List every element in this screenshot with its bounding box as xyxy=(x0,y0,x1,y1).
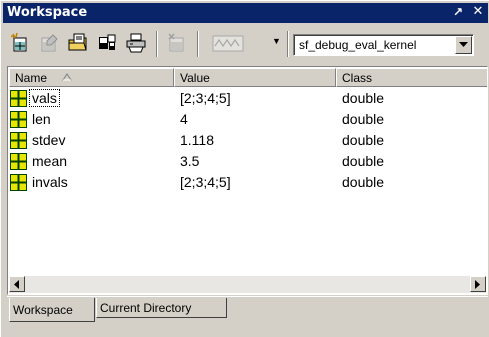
matrix-variable-icon xyxy=(10,90,27,107)
new-variable-icon xyxy=(10,33,27,52)
variable-value: 3.5 xyxy=(180,153,200,169)
column-header-class[interactable]: Class xyxy=(336,68,487,87)
new-variable-button[interactable] xyxy=(7,30,33,56)
sort-ascending-icon xyxy=(62,73,72,81)
stack-selected-value: sf_debug_eval_kernel xyxy=(299,38,417,52)
table-row[interactable]: mean 3.5 double xyxy=(9,152,487,172)
column-header-value[interactable]: Value xyxy=(174,68,336,87)
table-row[interactable]: invals [2;3;4;5] double xyxy=(9,173,487,193)
open-variable-button[interactable] xyxy=(36,30,62,56)
matrix-variable-icon xyxy=(10,111,27,128)
plot-icon xyxy=(212,35,244,52)
stack-dropdown-button[interactable] xyxy=(455,36,472,54)
table-row[interactable]: vals [2;3;4;5] double xyxy=(9,89,487,109)
arrow-left-icon xyxy=(14,280,19,289)
tab-current-directory[interactable]: Current Directory xyxy=(96,298,227,318)
tab-label: Current Directory xyxy=(100,301,192,315)
close-icon[interactable]: ✕ xyxy=(470,4,486,20)
variable-class: double xyxy=(342,111,385,127)
tab-label: Workspace xyxy=(13,303,73,317)
stack-selector[interactable]: sf_debug_eval_kernel xyxy=(293,34,474,56)
tab-workspace[interactable]: Workspace xyxy=(9,298,95,322)
toolbar: ▼ sf_debug_eval_kernel xyxy=(3,25,488,63)
title-bar[interactable]: Workspace ↗ ✕ xyxy=(3,3,488,23)
print-button[interactable] xyxy=(123,30,149,56)
table-row[interactable]: stdev 1.118 double xyxy=(9,131,487,151)
variable-class: double xyxy=(342,153,385,169)
variable-value: 1.118 xyxy=(180,132,214,148)
matrix-variable-icon xyxy=(10,153,27,170)
open-variable-icon xyxy=(41,34,58,52)
delete-icon xyxy=(168,33,184,52)
column-label: Class xyxy=(342,71,373,85)
column-label: Name xyxy=(15,71,48,85)
horizontal-scrollbar[interactable] xyxy=(9,276,486,293)
variable-value: [2;3;4;5] xyxy=(180,174,231,190)
delete-button[interactable] xyxy=(164,30,190,56)
variable-value: [2;3;4;5] xyxy=(180,90,231,106)
chevron-down-icon xyxy=(459,42,468,47)
plot-selector-button[interactable] xyxy=(205,30,267,56)
load-data-icon xyxy=(68,33,87,51)
variable-name: mean xyxy=(32,153,68,169)
table-row[interactable]: len 4 double xyxy=(9,110,487,130)
undock-icon[interactable]: ↗ xyxy=(450,4,466,20)
toolbar-separator xyxy=(197,31,199,57)
tab-strip: Workspace Current Directory xyxy=(7,298,488,328)
plot-dropdown-arrow-icon[interactable]: ▼ xyxy=(272,36,281,46)
scroll-right-button[interactable] xyxy=(470,276,486,292)
variable-name: vals xyxy=(29,89,60,107)
variable-name: invals xyxy=(32,174,68,190)
column-header-name[interactable]: Name xyxy=(9,68,174,87)
matrix-variable-icon xyxy=(10,174,27,191)
load-data-button[interactable] xyxy=(65,30,91,56)
toolbar-separator xyxy=(156,31,158,57)
column-label: Value xyxy=(180,71,210,85)
variable-class: double xyxy=(342,90,385,106)
focused-name: vals xyxy=(29,89,60,107)
toolbar-separator xyxy=(287,31,289,57)
scroll-left-button[interactable] xyxy=(9,276,25,292)
matrix-variable-icon xyxy=(10,132,27,149)
print-icon xyxy=(126,33,146,53)
variable-class: double xyxy=(342,174,385,190)
pane-divider xyxy=(7,296,488,297)
variable-name: len xyxy=(32,111,51,127)
variable-list[interactable]: Name Value Class vals [2;3;4;5] double l… xyxy=(7,66,488,295)
variable-class: double xyxy=(342,132,385,148)
window-title: Workspace xyxy=(7,5,88,20)
arrow-right-icon xyxy=(475,280,480,289)
variable-value: 4 xyxy=(180,111,188,127)
workspace-window: Workspace ↗ ✕ ▼ sf_debug_eval_kernel Nam… xyxy=(0,0,489,337)
save-workspace-icon xyxy=(99,34,116,50)
save-workspace-button[interactable] xyxy=(94,30,120,56)
variable-name: stdev xyxy=(32,132,66,148)
